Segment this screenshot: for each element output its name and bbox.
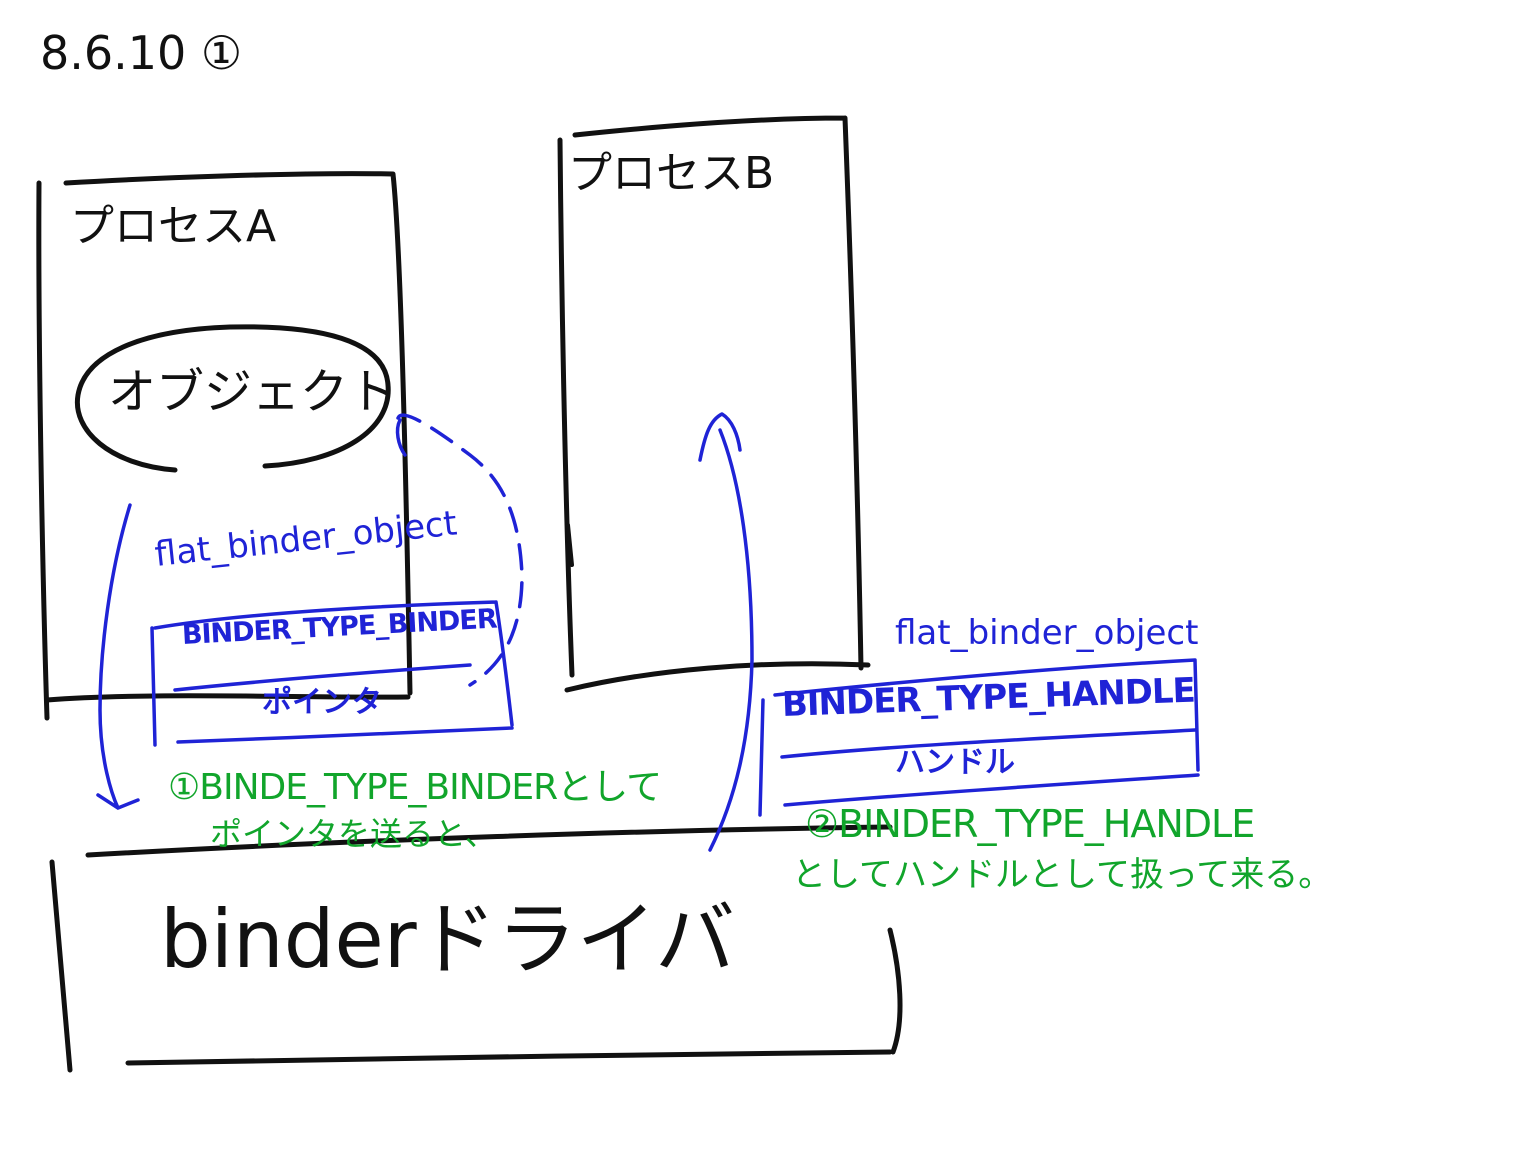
driver-label: binderドライバ: [160, 893, 736, 986]
process-b-box: [557, 115, 871, 693]
note-1-line1: ①BINDE_TYPE_BINDERとして: [168, 767, 662, 808]
page-label: 8.6.10 ①: [40, 26, 243, 80]
note-2-line2: としてハンドルとして扱って来る。: [792, 855, 1333, 895]
process-b-title: プロセスB: [568, 148, 775, 199]
process-a-title: プロセスA: [70, 201, 277, 252]
flat-obj-b-value: ハンドル: [895, 745, 1015, 780]
object-label: オブジェクト: [108, 364, 397, 420]
flat-obj-a-value: ポインタ: [262, 685, 382, 720]
flat-obj-b-title: flat_binder_object: [895, 613, 1199, 653]
note-2-line1: ②BINDER_TYPE_HANDLE: [805, 802, 1255, 846]
arrow-b-up: [698, 412, 754, 852]
arrow-a-down: [96, 503, 140, 810]
note-1-line2: ポインタを送ると、: [210, 815, 497, 853]
